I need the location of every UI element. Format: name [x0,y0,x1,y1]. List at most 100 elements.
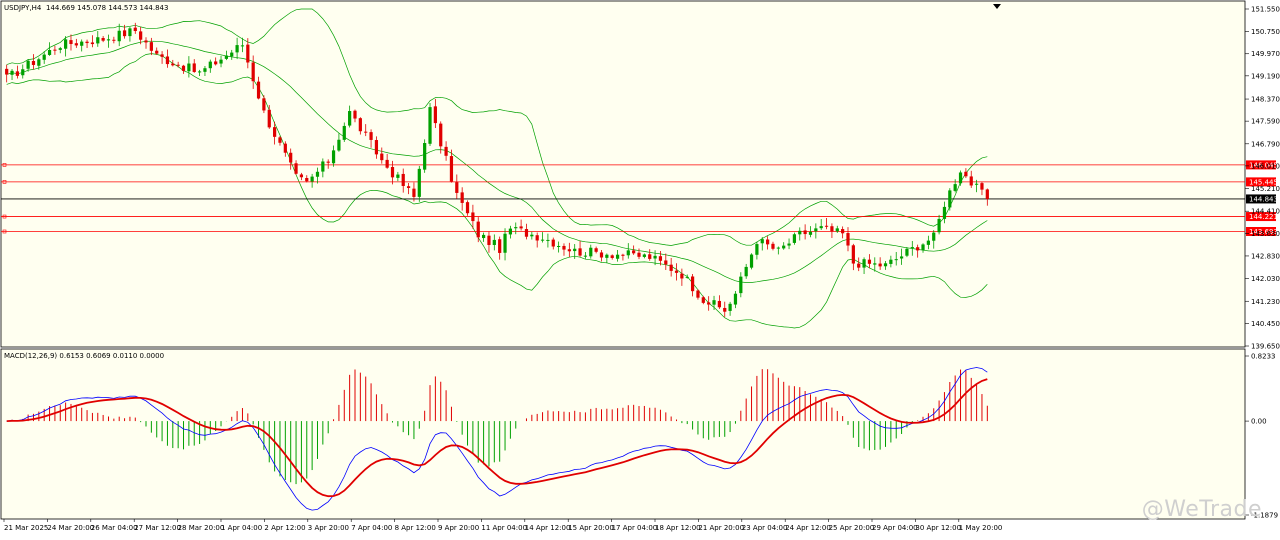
candle-body [5,68,9,75]
candle-body [203,68,207,72]
candle-body [96,37,100,44]
candle-body [498,239,502,253]
x-tick-label: 11 Apr 04:00 [481,524,527,532]
candle-body [508,228,513,235]
y-tick-label: 144.410 [1251,208,1280,216]
candle-body [905,248,909,256]
candle-body [246,44,250,63]
candle-body [766,239,770,245]
candle-body [658,256,663,261]
candle-body [331,150,336,164]
candle-body [299,174,304,178]
candle-body [776,247,780,249]
x-tick-label: 2 Apr 12:00 [264,524,305,532]
candle-body [964,171,968,177]
candle-body [133,27,137,32]
y-tick-label: 145.210 [1251,185,1280,193]
candle-body [444,146,448,156]
chart-svg: 146.045145.445144.221143.693144.843 151.… [0,0,1280,536]
candle-body [862,259,866,268]
candle-body [546,239,550,241]
candle-body [364,131,368,133]
candle-body [476,221,480,238]
candle-body [406,186,411,188]
candle-body [385,159,389,168]
candle-body [980,183,984,190]
candle-body [15,71,20,76]
y-tick-label: 140.450 [1251,320,1280,328]
candle-body [921,244,925,251]
candle-body [197,71,202,73]
candle-body [64,39,68,49]
y-tick-label: 146.790 [1251,140,1280,148]
candle-body [610,255,614,258]
candle-body [830,226,834,232]
candle-body [74,43,78,46]
candle-body [932,232,936,241]
candle-body [937,218,941,233]
x-tick-label: 21 Mar 2025 [4,524,48,532]
candle-body [487,235,491,245]
candle-body [251,62,255,82]
candle-body [626,250,630,256]
ohlc-label: 144.669 145.078 144.573 144.843 [46,4,168,12]
candle-body [396,174,400,178]
candle-body [889,259,893,264]
candle-body [85,41,89,44]
candle-body [835,228,839,232]
candle-body [642,254,646,257]
macd-label: MACD(12,26,9) 0.6153 0.6069 0.0110 0.000… [4,352,164,360]
candle-body [53,49,57,51]
x-tick-label: 24 Mar 20:00 [47,524,94,532]
candle-body [342,125,346,140]
candle-body [294,163,298,174]
x-tick-label: 29 Apr 04:00 [872,524,918,532]
candle-body [455,182,459,193]
candle-body [37,59,41,66]
candle-body [723,307,727,312]
candle-body [401,173,405,186]
candle-body [798,230,802,235]
candle-body [551,239,555,247]
y-tick-label: 149.190 [1251,72,1280,80]
y-tick-label: 146.010 [1251,162,1280,170]
candle-body [857,263,861,268]
candle-body [42,54,46,60]
candle-body [58,48,62,50]
candle-body [707,302,711,305]
candle-body [728,303,732,311]
candle-body [926,240,930,245]
x-tick-label: 1 Apr 04:00 [221,524,262,532]
x-tick-label: 3 Apr 20:00 [308,524,349,532]
candle-body [128,28,132,37]
candle-body [149,42,153,51]
candle-body [160,54,164,57]
candle-body [139,31,143,40]
candle-body [669,264,673,271]
candle-body [744,266,748,277]
candle-body [267,109,271,128]
candle-body [696,290,700,298]
candle-body [910,247,914,249]
x-tick-label: 25 Apr 20:00 [829,524,875,532]
candle-body [841,229,845,234]
candle-body [958,172,963,184]
candle-body [369,132,373,140]
candle-body [894,259,898,261]
candle-body [465,202,470,214]
candle-body [69,40,73,45]
candle-body [873,263,877,265]
y-tick-label: 151.550 [1251,6,1280,14]
candle-body [674,270,679,273]
y-tick-label: 142.030 [1251,275,1280,283]
y-tick-label: 148.370 [1251,96,1280,104]
candle-body [256,81,261,99]
candle-body [599,252,604,258]
candle-body [680,273,684,279]
candle-body [31,60,36,65]
candle-body [283,143,287,153]
x-tick-label: 23 Apr 04:00 [742,524,788,532]
candle-body [181,65,186,71]
candle-body [171,63,175,66]
candle-body [433,106,437,124]
